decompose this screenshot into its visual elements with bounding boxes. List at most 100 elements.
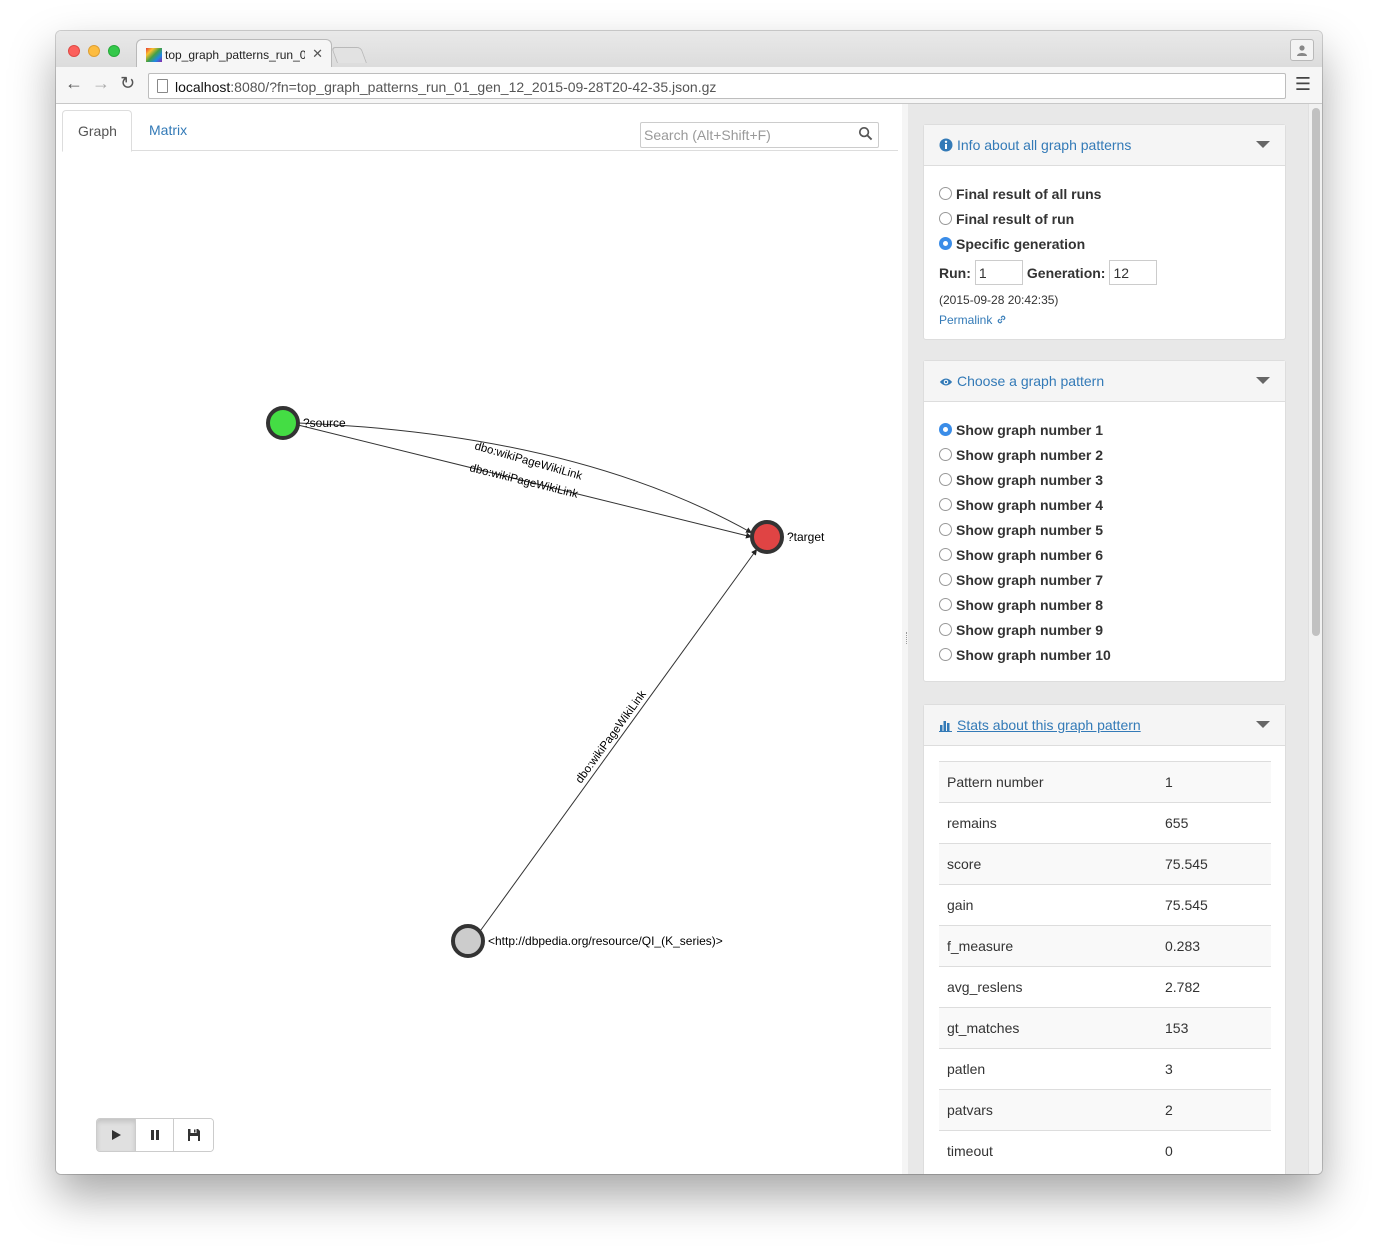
graph-node-source[interactable] — [266, 406, 300, 440]
link-icon — [997, 315, 1006, 324]
permalink-label: Permalink — [939, 313, 993, 327]
choose-panel-title: Choose a graph pattern — [957, 373, 1105, 389]
radio-option[interactable]: Show graph number 7 — [939, 567, 1270, 592]
radio-label: Show graph number 3 — [956, 471, 1104, 488]
choose-panel-body: Show graph number 1 Show graph number 2 … — [924, 402, 1285, 682]
radio-label: Show graph number 2 — [956, 446, 1104, 463]
stat-key: Pattern number — [939, 761, 1157, 803]
stat-key: patvars — [939, 1089, 1157, 1131]
run-input[interactable] — [974, 260, 1023, 285]
stats-panel-heading[interactable]: Stats about this graph pattern — [924, 705, 1285, 746]
browser-tab[interactable]: top_graph_patterns_run_01_gen_12_2015-09… — [136, 39, 332, 68]
view-tabs: Graph Matrix — [62, 110, 898, 152]
radio-option[interactable]: Show graph number 2 — [939, 442, 1270, 467]
stat-value: 1 — [1157, 761, 1271, 803]
graph-node-resource[interactable] — [451, 924, 485, 958]
stats-panel: Stats about this graph pattern Pattern n… — [923, 704, 1286, 1174]
radio-button[interactable] — [939, 648, 952, 661]
choose-panel-heading[interactable]: Choose a graph pattern — [924, 361, 1285, 402]
radio-option[interactable]: Show graph number 4 — [939, 492, 1270, 517]
radio-button[interactable] — [939, 548, 952, 561]
browser-tabstrip: top_graph_patterns_run_01_gen_12_2015-09… — [56, 31, 1322, 68]
tab-graph[interactable]: Graph — [62, 110, 132, 152]
stat-value: 2 — [1157, 1089, 1271, 1131]
stat-value: 0 — [1157, 1130, 1271, 1172]
new-tab-button[interactable] — [331, 47, 367, 63]
radio-button[interactable] — [939, 573, 952, 586]
stat-key: avg_reslens — [939, 966, 1157, 1008]
back-arrow-icon[interactable]: ← — [65, 73, 83, 94]
graph-node-target[interactable] — [750, 520, 784, 554]
search-icon[interactable] — [858, 126, 873, 141]
browser-toolbar: ← → ↻ localhost:8080/?fn=top_graph_patte… — [56, 67, 1322, 104]
info-panel: Info about all graph patterns Final resu… — [923, 124, 1286, 340]
stats-panel-body: Pattern number 1 remains 655 score 75.545 g… — [924, 746, 1285, 1174]
search-input[interactable] — [641, 123, 851, 147]
radio-option[interactable]: Show graph number 5 — [939, 517, 1270, 542]
pause-button[interactable] — [135, 1119, 175, 1151]
chevron-down-icon[interactable] — [1256, 721, 1270, 728]
minimize-window-button[interactable] — [88, 45, 100, 57]
scrollbar-thumb[interactable] — [1312, 108, 1320, 636]
radio-button[interactable] — [939, 187, 952, 200]
radio-label: Show graph number 6 — [956, 546, 1104, 563]
radio-button[interactable] — [939, 473, 952, 486]
stats-panel-title: Stats about this graph pattern — [957, 717, 1141, 733]
radio-button[interactable] — [939, 598, 952, 611]
play-button[interactable] — [97, 1119, 136, 1151]
radio-option[interactable]: Show graph number 1 — [939, 417, 1270, 442]
radio-option[interactable]: Specific generation — [939, 231, 1270, 256]
radio-label: Show graph number 1 — [956, 421, 1104, 438]
forward-arrow-icon[interactable]: → — [92, 73, 110, 94]
radio-button[interactable] — [939, 237, 952, 250]
address-bar[interactable]: localhost:8080/?fn=top_graph_patterns_ru… — [148, 73, 1286, 99]
generation-input[interactable] — [1109, 260, 1158, 285]
stats-table: Pattern number 1 remains 655 score 75.545 g… — [939, 761, 1271, 1172]
radio-button[interactable] — [939, 448, 952, 461]
stat-value: 0.283 — [1157, 925, 1271, 967]
close-window-button[interactable] — [68, 45, 80, 57]
url-host: localhost — [175, 79, 231, 95]
pause-icon — [150, 1130, 159, 1140]
generation-timestamp: (2015-09-28 20:42:35) — [939, 293, 1059, 307]
stat-value: 75.545 — [1157, 884, 1271, 926]
radio-button[interactable] — [939, 523, 952, 536]
graph-canvas[interactable]: dbo:wikiPageWikiLink dbo:wikiPageWikiLin… — [56, 151, 902, 1111]
page-icon — [157, 79, 168, 93]
permalink-link[interactable]: Permalink — [939, 313, 1007, 327]
radio-option[interactable]: Show graph number 10 — [939, 642, 1270, 667]
close-tab-icon[interactable]: ✕ — [312, 46, 323, 62]
radio-button[interactable] — [939, 212, 952, 225]
hamburger-menu-icon[interactable]: ☰ — [1295, 74, 1311, 95]
radio-label: Show graph number 10 — [956, 646, 1111, 663]
info-panel-heading[interactable]: Info about all graph patterns — [924, 125, 1285, 166]
table-row: avg_reslens 2.782 — [939, 966, 1271, 1008]
bar-chart-icon — [939, 721, 952, 732]
radio-button[interactable] — [939, 498, 952, 511]
radio-label: Final result of run — [956, 210, 1075, 227]
table-row: remains 655 — [939, 802, 1271, 844]
sidebar-scrollbar[interactable] — [1308, 104, 1322, 1174]
table-row: timeout 0 — [939, 1130, 1271, 1172]
reload-icon[interactable]: ↻ — [120, 73, 135, 94]
graph-pane: Graph Matrix Search (Alt+Shift+F) dbo:wi… — [56, 104, 902, 1174]
radio-button[interactable] — [939, 423, 952, 436]
profile-button[interactable] — [1290, 39, 1314, 61]
radio-option[interactable]: Show graph number 8 — [939, 592, 1270, 617]
radio-option[interactable]: Show graph number 6 — [939, 542, 1270, 567]
radio-option[interactable]: Final result of run — [939, 206, 1270, 231]
choose-panel: Choose a graph pattern Show graph number… — [923, 360, 1286, 682]
save-layout-button[interactable] — [174, 1119, 213, 1151]
radio-button[interactable] — [939, 623, 952, 636]
zoom-window-button[interactable] — [108, 45, 120, 57]
url-text[interactable]: localhost:8080/?fn=top_graph_patterns_ru… — [175, 79, 716, 95]
radio-option[interactable]: Show graph number 9 — [939, 617, 1270, 642]
radio-option[interactable]: Final result of all runs — [939, 181, 1270, 206]
tab-matrix[interactable]: Matrix — [134, 110, 202, 152]
stat-key: patlen — [939, 1048, 1157, 1090]
chevron-down-icon[interactable] — [1256, 141, 1270, 148]
radio-label: Show graph number 8 — [956, 596, 1104, 613]
table-row: gt_matches 153 — [939, 1007, 1271, 1049]
radio-option[interactable]: Show graph number 3 — [939, 467, 1270, 492]
chevron-down-icon[interactable] — [1256, 377, 1270, 384]
